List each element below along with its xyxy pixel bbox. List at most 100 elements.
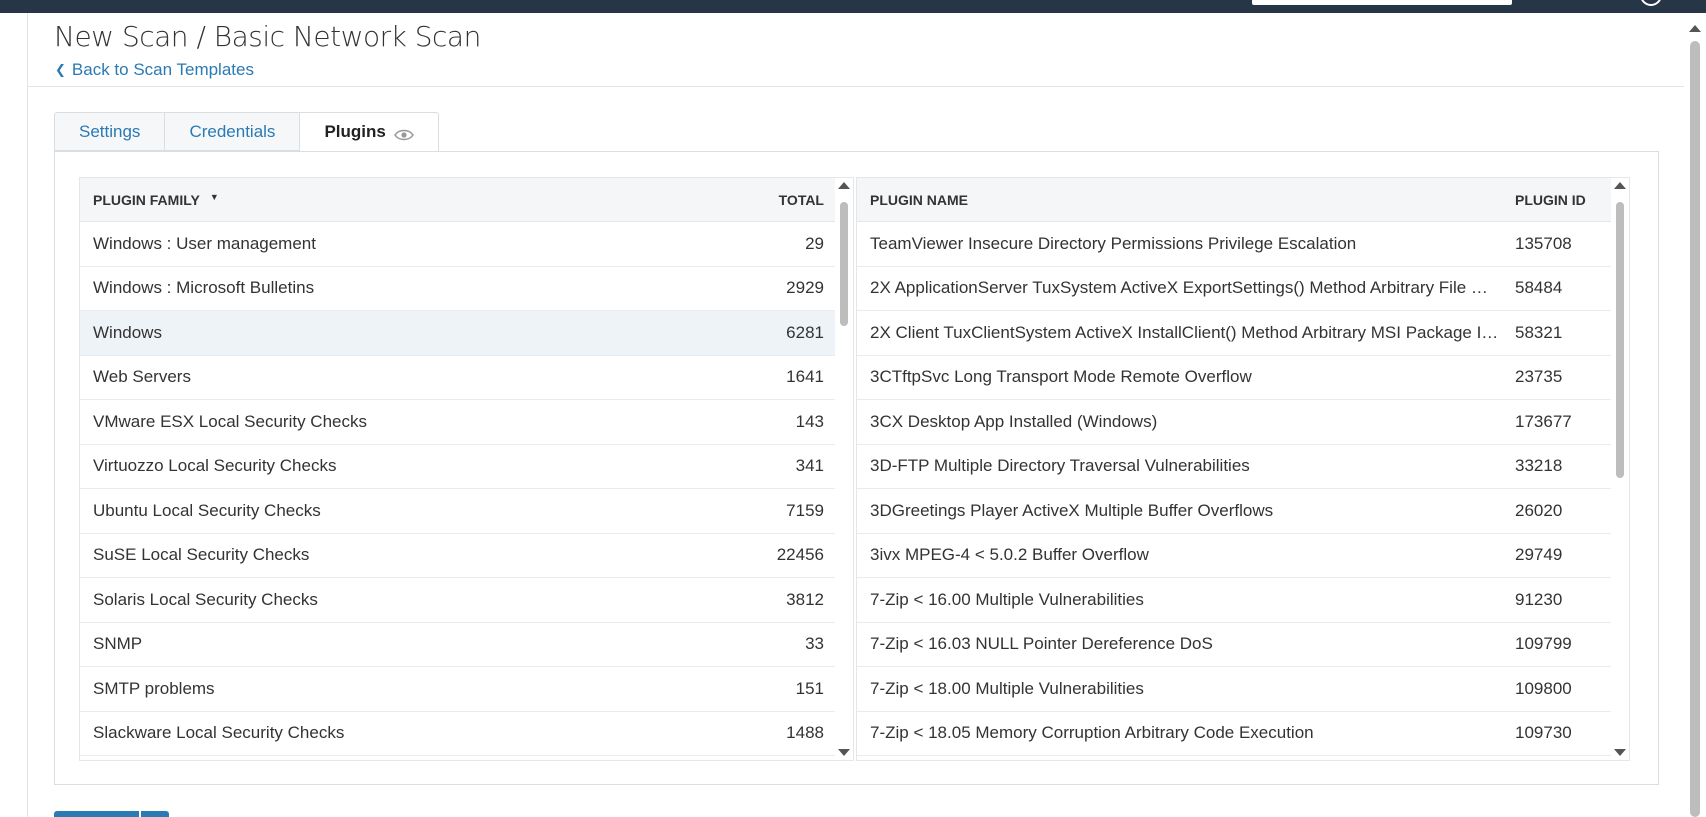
table-row[interactable]: 2X Client TuxClientSystem ActiveX Instal… — [857, 311, 1629, 356]
plugin-id-cell: 91230 — [1515, 589, 1563, 609]
tab-credentials[interactable]: Credentials — [164, 112, 300, 151]
back-link-label: Back to Scan Templates — [71, 60, 254, 79]
table-row[interactable]: 3ivx MPEG-4 < 5.0.2 Buffer Overflow 29749 — [857, 534, 1629, 578]
table-row[interactable]: Solaris Local Security Checks 3812 — [80, 578, 853, 623]
plugin-family-cell: Virtuozzo Local Security Checks — [93, 456, 337, 476]
plugin-name-rows: TeamViewer Insecure Directory Permission… — [857, 222, 1629, 756]
plugin-family-cell: Windows — [93, 322, 162, 342]
plugin-family-cell: Slackware Local Security Checks — [93, 723, 345, 743]
plugin-name-cell: 2X ApplicationServer TuxSystem ActiveX E… — [870, 278, 1506, 298]
table-row[interactable]: Virtuozzo Local Security Checks 341 — [80, 445, 853, 489]
plugin-total-cell: 6281 — [786, 322, 824, 342]
tab-settings[interactable]: Settings — [54, 112, 165, 151]
plugin-id-column-header[interactable]: PLUGIN ID — [1515, 192, 1613, 208]
plugin-family-column-header[interactable]: PLUGIN FAMILY ▼ — [80, 192, 756, 208]
table-row[interactable]: VMware ESX Local Security Checks 143 — [80, 400, 853, 445]
plugin-family-cell: Solaris Local Security Checks — [93, 589, 318, 609]
page-scrollbar-thumb[interactable] — [1690, 41, 1700, 817]
table-row[interactable]: 3CX Desktop App Installed (Windows) 17367… — [857, 400, 1629, 445]
plugin-family-cell: VMware ESX Local Security Checks — [93, 411, 367, 431]
plugin-id-cell: 109799 — [1515, 634, 1572, 654]
plugin-total-cell: 22456 — [776, 545, 824, 565]
plugin-name-cell: 2X Client TuxClientSystem ActiveX Instal… — [870, 322, 1514, 342]
scrollbar-thumb[interactable] — [1616, 202, 1624, 478]
total-column-header[interactable]: TOTAL — [756, 192, 836, 208]
plugin-family-cell: Web Servers — [93, 367, 191, 387]
plugin-family-table: PLUGIN FAMILY ▼ TOTAL Windows : User mana… — [79, 177, 854, 761]
table-row[interactable]: 3CTftpSvc Long Transport Mode Remote Ove… — [857, 356, 1629, 400]
plugin-name-cell: 7-Zip < 16.00 Multiple Vulnerabilities — [870, 589, 1144, 609]
plugin-id-cell: 58321 — [1515, 322, 1563, 342]
page-scrollbar[interactable] — [1684, 13, 1706, 817]
plugin-name-cell: 7-Zip < 18.00 Multiple Vulnerabilities — [870, 678, 1144, 698]
page-scroll-up-arrow-icon[interactable] — [1689, 25, 1701, 32]
table-row[interactable]: 7-Zip < 18.05 Memory Corruption Arbitrar… — [857, 712, 1629, 756]
global-search-input[interactable] — [1252, 0, 1512, 5]
table-row[interactable]: Web Servers 1641 — [80, 356, 853, 400]
save-options-dropdown-button[interactable] — [141, 811, 169, 817]
table-row[interactable]: TeamViewer Insecure Directory Permission… — [857, 222, 1629, 267]
table-row[interactable]: SuSE Local Security Checks 22456 — [80, 534, 853, 578]
table-row[interactable]: SNMP 33 — [80, 623, 853, 667]
plugin-total-cell: 3812 — [786, 589, 824, 609]
table-row[interactable]: Ubuntu Local Security Checks 7159 — [80, 489, 853, 534]
plugin-total-cell: 2929 — [786, 278, 824, 298]
eye-icon[interactable] — [393, 126, 414, 141]
plugin-id-cell: 109800 — [1515, 678, 1572, 698]
save-button[interactable] — [54, 811, 139, 817]
save-button-group — [54, 811, 169, 817]
plugin-id-cell: 29749 — [1515, 545, 1563, 565]
plugin-total-cell: 151 — [795, 678, 824, 698]
plugin-name-table-header: PLUGIN NAME PLUGIN ID — [857, 178, 1629, 222]
plugin-name-cell: 3ivx MPEG-4 < 5.0.2 Buffer Overflow — [870, 545, 1149, 565]
table-row[interactable]: 7-Zip < 16.00 Multiple Vulnerabilities 91… — [857, 578, 1629, 623]
plugin-total-cell: 1488 — [786, 723, 824, 743]
plugin-family-rows: Windows : User management 29 Windows : Mic… — [80, 222, 853, 756]
plugin-total-cell: 341 — [795, 456, 824, 476]
title-divider — [28, 86, 1684, 87]
plugin-family-cell: SNMP — [93, 634, 143, 654]
plugin-total-cell: 29 — [805, 233, 824, 253]
plugin-family-cell: SuSE Local Security Checks — [93, 545, 310, 565]
plugin-id-cell: 58484 — [1515, 278, 1563, 298]
table-row[interactable]: Slackware Local Security Checks 1488 — [80, 712, 853, 756]
plugin-total-cell: 143 — [795, 411, 824, 431]
plugin-family-table-header: PLUGIN FAMILY ▼ TOTAL — [80, 178, 853, 222]
table-row[interactable]: Windows : Microsoft Bulletins 2929 — [80, 267, 853, 311]
plugin-name-cell: 3CX Desktop App Installed (Windows) — [870, 411, 1158, 431]
tab-plugins[interactable]: Plugins — [299, 112, 439, 152]
left-sidebar-edge — [0, 13, 28, 817]
plugin-name-cell: 3D-FTP Multiple Directory Traversal Vuln… — [870, 456, 1250, 476]
table-row[interactable]: Windows : User management 29 — [80, 222, 853, 267]
scroll-up-arrow-icon[interactable] — [838, 182, 850, 189]
plugin-name-table: PLUGIN NAME PLUGIN ID TeamViewer Insecur… — [856, 177, 1630, 761]
chevron-left-icon: ❮ — [55, 62, 66, 77]
tab-plugins-label: Plugins — [324, 122, 386, 141]
table-row[interactable]: 7-Zip < 16.03 NULL Pointer Dereference D… — [857, 623, 1629, 667]
table-row[interactable]: SMTP problems 151 — [80, 667, 853, 712]
plugin-family-cell: Windows : Microsoft Bulletins — [93, 278, 315, 298]
plugin-name-scrollbar[interactable] — [1611, 178, 1629, 760]
table-row[interactable]: 3DGreetings Player ActiveX Multiple Buff… — [857, 489, 1629, 534]
table-row[interactable]: 2X ApplicationServer TuxSystem ActiveX E… — [857, 267, 1629, 311]
scroll-up-arrow-icon[interactable] — [1614, 182, 1626, 189]
scroll-down-arrow-icon[interactable] — [838, 749, 850, 756]
plugin-name-column-header[interactable]: PLUGIN NAME — [857, 192, 1515, 208]
table-row[interactable]: 7-Zip < 18.00 Multiple Vulnerabilities 10… — [857, 667, 1629, 712]
plugin-family-cell: Ubuntu Local Security Checks — [93, 500, 321, 520]
plugin-family-cell: SMTP problems — [93, 678, 215, 698]
plugin-id-cell: 173677 — [1515, 411, 1572, 431]
scrollbar-thumb[interactable] — [840, 202, 848, 326]
back-to-scan-templates-link[interactable]: ❮ Back to Scan Templates — [55, 60, 254, 80]
plugin-family-cell: Windows : User management — [93, 233, 316, 253]
table-row[interactable]: Windows 6281 — [80, 311, 853, 356]
table-row[interactable]: 3D-FTP Multiple Directory Traversal Vuln… — [857, 445, 1629, 489]
plugin-id-cell: 33218 — [1515, 456, 1563, 476]
plugin-id-cell: 109730 — [1515, 723, 1572, 743]
user-avatar-icon[interactable] — [1640, 0, 1662, 6]
plugin-family-scrollbar[interactable] — [835, 178, 853, 760]
plugin-id-cell: 23735 — [1515, 367, 1563, 387]
page-title: New Scan / Basic Network Scan — [54, 20, 481, 53]
scroll-down-arrow-icon[interactable] — [1614, 749, 1626, 756]
plugins-panel: PLUGIN FAMILY ▼ TOTAL Windows : User mana… — [54, 151, 1659, 785]
